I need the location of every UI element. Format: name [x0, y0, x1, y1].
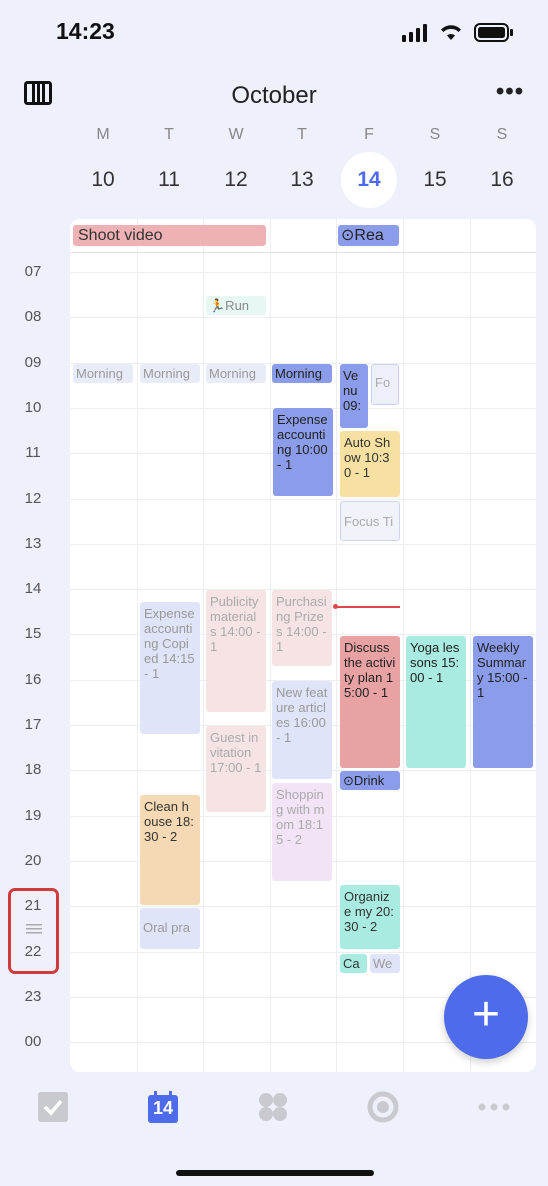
- event-ca[interactable]: Ca: [340, 954, 367, 973]
- day-number[interactable]: 12: [216, 168, 256, 192]
- weekday-label: W: [228, 126, 244, 143]
- hour-gridline: [70, 543, 536, 545]
- event-shopping-with-mom[interactable]: Shopping with mom 18:15 - 2: [272, 783, 332, 881]
- more-options-icon[interactable]: •••: [490, 78, 530, 108]
- week-grid[interactable]: Shoot video ⊙Rea 🏃Run Morning Morning Mo…: [70, 219, 536, 1072]
- event-morning[interactable]: Morning: [272, 364, 332, 383]
- location-icon: ⊙: [343, 773, 354, 788]
- battery-icon: [474, 23, 514, 43]
- allday-event-shoot-video[interactable]: Shoot video: [73, 225, 266, 246]
- weekday-label: F: [364, 126, 374, 143]
- signal-icon: [402, 24, 428, 42]
- tab-calendar-icon[interactable]: 14: [146, 1090, 182, 1126]
- hour-label: 14: [24, 580, 42, 598]
- hour-label: 23: [24, 987, 42, 1005]
- event-new-feature-articles[interactable]: New feature articles 16:00 - 1: [272, 681, 332, 779]
- day-number[interactable]: 15: [415, 168, 455, 192]
- weekday-label: S: [496, 126, 508, 143]
- weekday-label: M: [96, 126, 110, 143]
- hour-label: 12: [24, 489, 42, 507]
- tab-more-icon[interactable]: [476, 1090, 512, 1126]
- current-time-dot: [333, 604, 338, 609]
- hour-label: 19: [24, 806, 42, 824]
- day-gridline: [336, 219, 338, 1072]
- event-organize[interactable]: Organize my 20:30 - 2: [340, 885, 400, 949]
- day-number[interactable]: 11: [149, 168, 189, 192]
- hour-label: 09: [24, 353, 42, 371]
- hour-label: 17: [24, 716, 42, 733]
- weekday-label: T: [297, 126, 307, 143]
- status-time: 14:23: [56, 18, 115, 44]
- tab-focus-icon[interactable]: [366, 1090, 402, 1126]
- event-expense-copied[interactable]: Expense accounting Copied 14:15 - 1: [140, 602, 200, 734]
- event-drink[interactable]: ⊙Drink: [340, 771, 400, 790]
- event-morning[interactable]: Morning: [140, 364, 200, 383]
- event-focus[interactable]: Focus Ti: [340, 501, 400, 541]
- hour-gridline: [70, 906, 536, 908]
- add-event-button[interactable]: +: [444, 975, 528, 1059]
- tab-tasks-icon[interactable]: [36, 1090, 72, 1126]
- hour-label: 13: [24, 534, 42, 552]
- wifi-icon: [438, 22, 464, 42]
- hour-gridline: [70, 498, 536, 500]
- event-oral-practice[interactable]: Oral pra: [140, 908, 200, 949]
- location-icon: ⊙: [341, 227, 355, 244]
- event-we[interactable]: We: [370, 954, 400, 973]
- tab-calendar-day: 14: [152, 1098, 174, 1118]
- event-auto-show[interactable]: Auto Show 10:30 - 1: [340, 431, 400, 497]
- event-morning[interactable]: Morning: [73, 364, 133, 383]
- event-weekly-summary[interactable]: Weekly Summary 15:00 - 1: [473, 636, 533, 768]
- day-number[interactable]: 10: [83, 168, 123, 192]
- event-morning[interactable]: Morning: [206, 364, 266, 383]
- event-expense-accounting[interactable]: Expense accounting 10:00 - 1: [273, 408, 333, 496]
- hour-label: 11: [25, 444, 41, 462]
- current-time-line: [336, 606, 400, 608]
- event-yoga-lessons[interactable]: Yoga lessons 15:00 - 1: [406, 636, 466, 768]
- tab-apps-icon[interactable]: [256, 1090, 292, 1126]
- day-gridline: [469, 219, 471, 1072]
- day-gridline: [403, 219, 404, 1072]
- hour-label: 08: [24, 308, 42, 326]
- hour-gridline: [70, 951, 536, 953]
- day-gridline: [269, 219, 271, 1072]
- event-clean-house[interactable]: Clean house 18:30 - 2: [140, 795, 200, 905]
- day-number[interactable]: 14: [349, 168, 389, 192]
- weekday-label: T: [164, 126, 174, 143]
- weekday-label: S: [429, 126, 441, 143]
- event-guest-invitation[interactable]: Guest invitation 17:00 - 1: [206, 726, 266, 812]
- hour-label: 20: [24, 851, 42, 869]
- hour-label: 07: [24, 263, 42, 280]
- event-label: Shoot video: [78, 227, 163, 244]
- event-fo[interactable]: Fo: [371, 364, 399, 405]
- hour-label: 15: [24, 625, 42, 643]
- event-venue[interactable]: Venu 09:: [340, 364, 368, 428]
- day-gridline: [203, 219, 205, 1072]
- event-run[interactable]: 🏃Run: [206, 296, 266, 315]
- hour-gridline: [70, 317, 536, 319]
- event-discuss-plan[interactable]: Discuss the activity plan 15:00 - 1: [340, 636, 400, 768]
- highlight-box: [8, 888, 59, 974]
- hour-label: 18: [24, 761, 42, 779]
- allday-divider: [70, 252, 536, 253]
- month-title[interactable]: October: [0, 82, 548, 110]
- event-publicity-materials[interactable]: Publicity materials 14:00 - 1: [206, 590, 266, 712]
- hour-gridline: [70, 272, 536, 273]
- day-gridline: [136, 219, 138, 1072]
- event-purchasing-prizes[interactable]: Purchasing Prizes 14:00 - 1: [272, 590, 332, 666]
- hour-label: 00: [24, 1033, 42, 1051]
- hour-label: 10: [24, 398, 42, 416]
- day-number[interactable]: 16: [482, 168, 522, 192]
- hour-label: 16: [24, 670, 42, 688]
- allday-event-read[interactable]: ⊙Rea: [338, 225, 399, 246]
- day-number[interactable]: 13: [282, 168, 322, 192]
- event-label: Rea: [354, 227, 384, 244]
- event-label: Drink: [353, 773, 385, 788]
- home-indicator: [176, 1170, 374, 1176]
